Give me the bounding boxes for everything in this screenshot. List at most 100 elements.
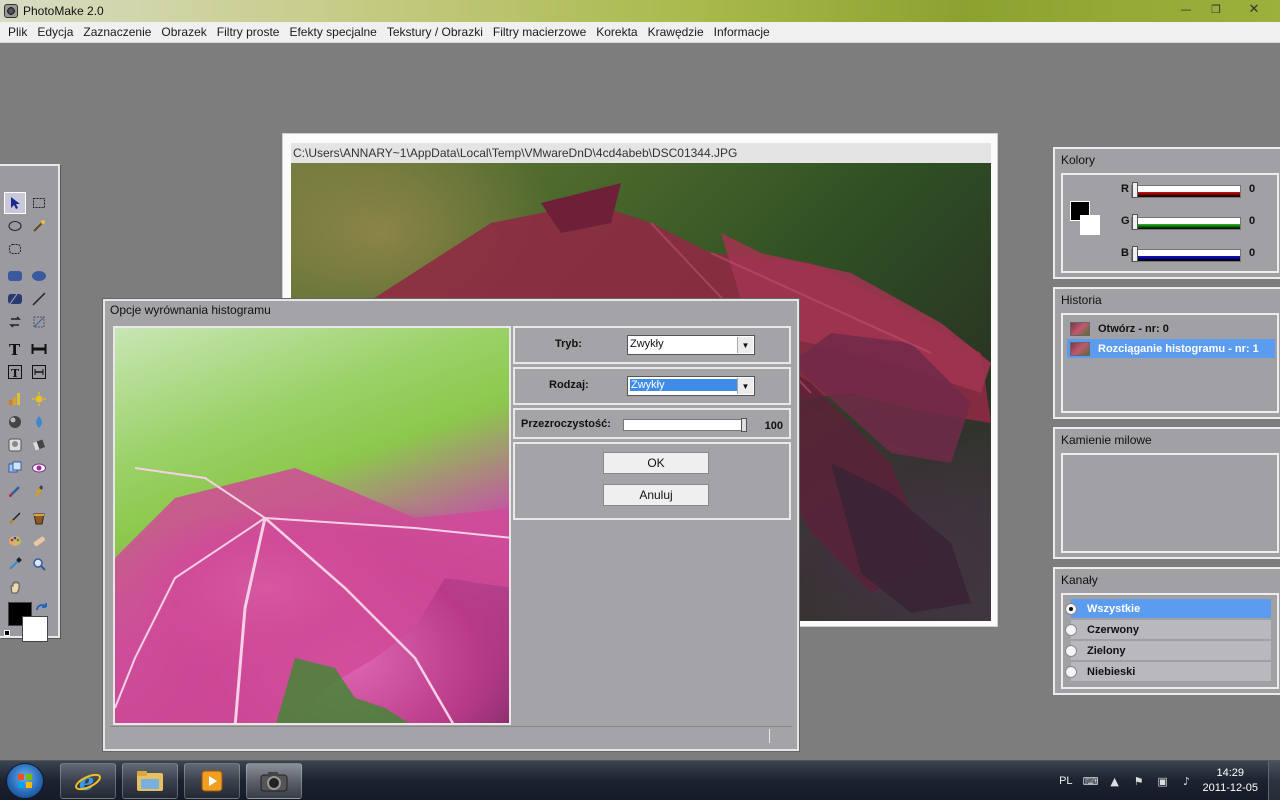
channel-item-blue[interactable]: Niebieski bbox=[1065, 662, 1271, 681]
opacity-slider-thumb[interactable] bbox=[741, 418, 747, 432]
channel-item-green[interactable]: Zielony bbox=[1065, 641, 1271, 660]
line-icon[interactable] bbox=[28, 288, 50, 310]
menu-filtry-macierzowe[interactable]: Filtry macierzowe bbox=[488, 25, 591, 39]
menu-informacje[interactable]: Informacje bbox=[709, 25, 775, 39]
taskbar-internet-explorer[interactable]: e bbox=[60, 763, 116, 799]
radio-button[interactable] bbox=[1065, 623, 1077, 636]
show-hidden-icons-icon[interactable]: ▲ bbox=[1107, 773, 1123, 789]
menu-plik[interactable]: Plik bbox=[3, 25, 32, 39]
preview-image bbox=[115, 328, 509, 723]
milestones-panel: Kamienie milowe bbox=[1053, 427, 1280, 559]
menu-edycja[interactable]: Edycja bbox=[32, 25, 78, 39]
tryb-group: Tryb: Zwykły ▼ bbox=[513, 326, 791, 364]
text-icon[interactable]: T bbox=[4, 338, 26, 360]
channel-item-all[interactable]: Wszystkie bbox=[1065, 599, 1271, 618]
sphere-icon[interactable] bbox=[4, 411, 26, 433]
menu-krawedzie[interactable]: Krawędzie bbox=[643, 25, 709, 39]
history-item[interactable]: Otwórz - nr: 0 bbox=[1067, 319, 1275, 338]
bandage-icon[interactable] bbox=[28, 530, 50, 552]
taskbar-media-player[interactable] bbox=[184, 763, 240, 799]
minimize-button[interactable]: — bbox=[1172, 0, 1200, 18]
red-slider[interactable] bbox=[1131, 185, 1241, 198]
magic-wand-icon[interactable] bbox=[28, 215, 50, 237]
dimension-icon[interactable] bbox=[28, 338, 50, 360]
radio-button[interactable] bbox=[1065, 602, 1077, 615]
menu-zaznaczenie[interactable]: Zaznaczenie bbox=[78, 25, 156, 39]
maximize-button[interactable]: ❐ bbox=[1202, 0, 1230, 18]
palette-icon[interactable] bbox=[4, 530, 26, 552]
red-slider-thumb[interactable] bbox=[1132, 182, 1138, 198]
rect-select-icon[interactable] bbox=[28, 192, 50, 214]
text-box-icon[interactable]: T bbox=[4, 361, 26, 383]
cancel-button[interactable]: Anuluj bbox=[603, 484, 709, 506]
svg-text:T: T bbox=[11, 367, 20, 379]
blur-drop-icon[interactable] bbox=[28, 411, 50, 433]
tryb-select[interactable]: Zwykły ▼ bbox=[627, 335, 755, 355]
start-button[interactable] bbox=[6, 763, 44, 799]
opacity-slider[interactable] bbox=[623, 418, 747, 432]
radio-button[interactable] bbox=[1065, 665, 1077, 678]
show-desktop-button[interactable] bbox=[1268, 761, 1280, 800]
menu-korekta[interactable]: Korekta bbox=[591, 25, 642, 39]
history-item[interactable]: Rozciąganie histogramu - nr: 1 bbox=[1067, 339, 1275, 358]
blue-slider-thumb[interactable] bbox=[1132, 246, 1138, 262]
swap-colors-icon[interactable] bbox=[34, 602, 50, 616]
green-slider-thumb[interactable] bbox=[1132, 214, 1138, 230]
menu-tekstury[interactable]: Tekstury / Obrazki bbox=[382, 25, 488, 39]
select-arrow-icon[interactable] bbox=[4, 192, 26, 214]
close-button[interactable]: ✕ bbox=[1232, 0, 1276, 18]
action-center-icon[interactable]: ⚑ bbox=[1131, 773, 1147, 789]
hand-icon[interactable] bbox=[4, 576, 26, 598]
network-icon[interactable]: ▣ bbox=[1155, 773, 1171, 789]
background-color-swatch[interactable] bbox=[22, 616, 48, 642]
zoom-icon[interactable] bbox=[28, 553, 50, 575]
chevron-down-icon[interactable]: ▼ bbox=[737, 337, 753, 353]
menu-efekty-specjalne[interactable]: Efekty specjalne bbox=[284, 25, 381, 39]
rotate-icon[interactable] bbox=[4, 311, 26, 333]
ellipse-icon[interactable] bbox=[28, 265, 50, 287]
media-player-icon bbox=[201, 770, 223, 792]
smudge-icon[interactable] bbox=[28, 480, 50, 502]
menu-obrazek[interactable]: Obrazek bbox=[156, 25, 211, 39]
red-eye-icon[interactable] bbox=[28, 457, 50, 479]
channels-list: Wszystkie Czerwony Zielony Niebieski bbox=[1061, 593, 1279, 689]
stamp-icon[interactable] bbox=[4, 434, 26, 456]
hatch-fill-icon[interactable] bbox=[4, 288, 26, 310]
radio-button[interactable] bbox=[1065, 644, 1077, 657]
levels-icon[interactable] bbox=[4, 388, 26, 410]
taskbar-windows-explorer[interactable] bbox=[122, 763, 178, 799]
transform-icon[interactable] bbox=[28, 311, 50, 333]
rodzaj-select[interactable]: Zwykły ▼ bbox=[627, 376, 755, 396]
menu-filtry-proste[interactable]: Filtry proste bbox=[212, 25, 285, 39]
resize-icon[interactable] bbox=[28, 361, 50, 383]
lasso-icon[interactable] bbox=[4, 238, 26, 260]
pen-icon[interactable] bbox=[4, 480, 26, 502]
clock[interactable]: 14:29 2011-12-05 bbox=[1203, 766, 1258, 796]
ok-button[interactable]: OK bbox=[603, 452, 709, 474]
history-thumbnail bbox=[1070, 321, 1090, 336]
copy-window-icon[interactable] bbox=[4, 457, 26, 479]
green-slider[interactable] bbox=[1131, 217, 1241, 230]
blue-slider[interactable] bbox=[1131, 249, 1241, 262]
milestones-panel-title: Kamienie milowe bbox=[1061, 433, 1152, 447]
color-swatches[interactable] bbox=[4, 602, 52, 646]
keyboard-icon[interactable]: ⌨ bbox=[1083, 773, 1099, 789]
brightness-icon[interactable] bbox=[28, 388, 50, 410]
bucket-icon[interactable] bbox=[28, 507, 50, 529]
volume-icon[interactable]: ♪ bbox=[1179, 773, 1195, 789]
eyedropper-icon[interactable] bbox=[4, 553, 26, 575]
taskbar-photomake[interactable] bbox=[246, 763, 302, 799]
toolbox: T T bbox=[0, 164, 60, 642]
brush-icon[interactable] bbox=[4, 507, 26, 529]
channel-item-red[interactable]: Czerwony bbox=[1065, 620, 1271, 639]
dialog-title: Opcje wyrównania histogramu bbox=[110, 303, 271, 317]
language-indicator[interactable]: PL bbox=[1059, 775, 1072, 787]
opacity-group: Przezroczystość: 100 bbox=[513, 408, 791, 439]
rounded-rect-icon[interactable] bbox=[4, 265, 26, 287]
eraser-icon[interactable] bbox=[28, 434, 50, 456]
mini-bg-swatch[interactable] bbox=[1080, 215, 1100, 235]
size-grip[interactable] bbox=[769, 729, 770, 743]
default-colors-icon[interactable] bbox=[4, 630, 10, 636]
ellipse-select-icon[interactable] bbox=[4, 215, 26, 237]
chevron-down-icon[interactable]: ▼ bbox=[737, 378, 753, 394]
